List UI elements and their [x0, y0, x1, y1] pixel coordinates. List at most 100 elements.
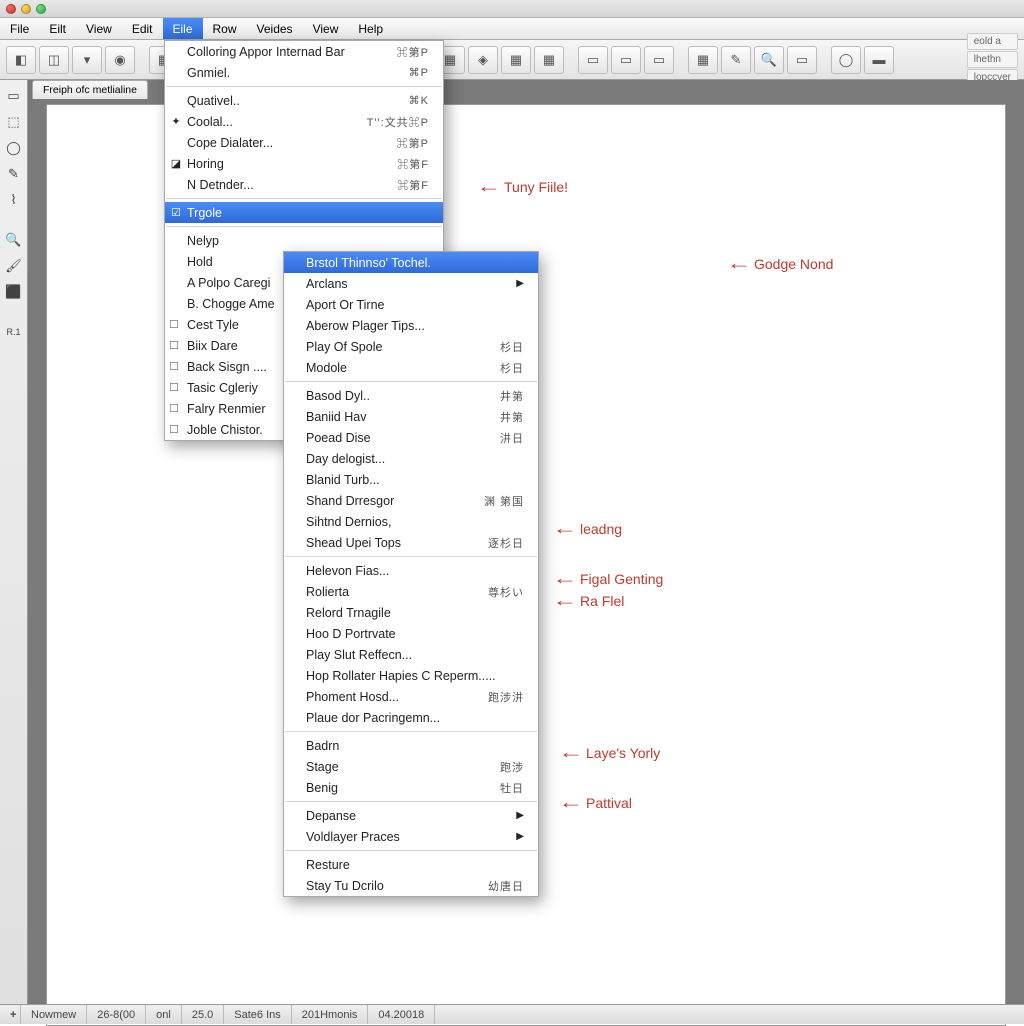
menu-item[interactable]: Baniid Hav井第 [284, 406, 538, 427]
tool-button[interactable]: ▭ [4, 86, 24, 106]
menu-item[interactable]: Shead Upei Tops逐杉日 [284, 532, 538, 553]
menu-item[interactable]: Colloring Appor Internad Bar⌘第P [165, 41, 443, 62]
menu-view[interactable]: View [76, 18, 122, 39]
menu-item-label: Phoment Hosd... [306, 690, 399, 704]
tool-button[interactable]: R.1 [4, 322, 24, 342]
close-window-button[interactable] [6, 4, 16, 14]
menu-item[interactable]: Hop Rollater Hapies C Reperm..... [284, 665, 538, 686]
toolbar-button[interactable]: ▭ [611, 46, 641, 74]
tool-button[interactable]: ⬚ [4, 112, 24, 132]
menu-item-label: Stay Tu Dcrilo [306, 879, 384, 893]
toolbar-button[interactable]: ▦ [501, 46, 531, 74]
menu-eile[interactable]: Eile [163, 18, 203, 39]
toolbar-button[interactable]: ▦ [534, 46, 564, 74]
toolbar-button[interactable]: ▭ [578, 46, 608, 74]
menu-item[interactable]: Voldlayer Praces▶ [284, 826, 538, 847]
menu-item[interactable]: Depanse▶ [284, 805, 538, 826]
minimize-window-button[interactable] [21, 4, 31, 14]
tool-button[interactable]: ⌇ [4, 190, 24, 210]
tool-button[interactable]: 🔍 [4, 230, 24, 250]
toolbar-button[interactable]: ◉ [105, 46, 135, 74]
menu-item[interactable]: Play Slut Reffecn... [284, 644, 538, 665]
menu-item[interactable]: Shand Drresgor渊 第国 [284, 490, 538, 511]
menu-item[interactable]: Stage跑涉 [284, 756, 538, 777]
toolbar-button[interactable]: ◯ [831, 46, 861, 74]
file-submenu-dropdown: Brstol Thinnso' Tochel.Arclans▶Aport Or … [283, 251, 539, 897]
menu-item[interactable]: Blanid Turb... [284, 469, 538, 490]
annotation-arrow-icon: ← [552, 590, 577, 611]
document-tab[interactable]: Freiph ofc metlialine [32, 80, 148, 99]
menu-item[interactable]: Hoo D Portrvate [284, 623, 538, 644]
statusbar-field: Sate6 Ins [224, 1005, 291, 1024]
statusbar-add-button[interactable]: + [0, 1005, 21, 1024]
menu-item[interactable]: ☑Trgole [165, 202, 443, 223]
menu-item-label: Arclans [306, 277, 348, 291]
tool-button[interactable]: ✎ [4, 164, 24, 184]
menu-item[interactable]: Modole杉日 [284, 357, 538, 378]
menu-item-label: Blanid Turb... [306, 473, 380, 487]
tool-button[interactable]: 🖌 [4, 256, 24, 276]
toolbar-button[interactable]: ▭ [644, 46, 674, 74]
menu-item-label: Hop Rollater Hapies C Reperm..... [306, 669, 496, 683]
toolbar-button[interactable]: 🔍 [754, 46, 784, 74]
menu-item[interactable]: Gnmiel.⌘P [165, 62, 443, 83]
menu-item[interactable]: Aport Or Tirne [284, 294, 538, 315]
toolbar-readout: lhethn [967, 51, 1018, 68]
statusbar-field: Nowmew [21, 1005, 87, 1024]
zoom-window-button[interactable] [36, 4, 46, 14]
menu-item-label: Coolal... [187, 115, 233, 129]
toolbar-button[interactable]: ▬ [864, 46, 894, 74]
menu-item-shortcut: 牡日 [478, 780, 524, 796]
menu-item-label: N Detnder... [187, 178, 254, 192]
toolbar-button[interactable]: ▦ [688, 46, 718, 74]
menu-item[interactable]: Nelyp [165, 230, 443, 251]
menu-item[interactable]: Day delogist... [284, 448, 538, 469]
menu-item[interactable]: ◪Horing⌘第F [165, 153, 443, 174]
menu-item[interactable]: Helevon Fias... [284, 560, 538, 581]
toolbar-button[interactable]: ◫ [39, 46, 69, 74]
annotation-text: Ra Flel [580, 593, 624, 609]
menu-view[interactable]: View [303, 18, 349, 39]
menu-item[interactable]: Quativel..⌘K [165, 90, 443, 111]
menu-item-label: Poead Dise [306, 431, 371, 445]
menu-item[interactable]: Brstol Thinnso' Tochel. [284, 252, 538, 273]
menu-item[interactable]: Rolierta尊杉い [284, 581, 538, 602]
tool-button[interactable]: ⬛ [4, 282, 24, 302]
menu-item[interactable]: Resture [284, 854, 538, 875]
toolbar-button[interactable]: ◧ [6, 46, 36, 74]
menu-item[interactable]: Cope Dialater...⌘第P [165, 132, 443, 153]
menu-item[interactable]: Badrn [284, 735, 538, 756]
menu-item[interactable]: Stay Tu Dcrilo幼唐日 [284, 875, 538, 896]
menu-item-label: Helevon Fias... [306, 564, 389, 578]
menu-item[interactable]: Benig 牡日 [284, 777, 538, 798]
menu-item[interactable]: Relord Trnagile [284, 602, 538, 623]
toolbar-button[interactable]: ◈ [468, 46, 498, 74]
toolbar-button[interactable]: ▭ [787, 46, 817, 74]
menu-item[interactable]: Aberow Plager Tips... [284, 315, 538, 336]
menu-edit[interactable]: Edit [122, 18, 163, 39]
menu-help[interactable]: Help [348, 18, 393, 39]
menu-item[interactable]: N Detnder...⌘第F [165, 174, 443, 195]
submenu-arrow-icon: ▶ [494, 810, 524, 821]
menu-file[interactable]: File [0, 18, 39, 39]
menu-item[interactable]: Poead Dise汫日 [284, 427, 538, 448]
menu-item[interactable]: Basod Dyl..井第 [284, 385, 538, 406]
menu-item-label: Trgole [187, 206, 222, 220]
menu-item[interactable]: Arclans▶ [284, 273, 538, 294]
toolbar-button[interactable]: ✎ [721, 46, 751, 74]
menu-item-shortcut: ⌘第F [375, 156, 429, 172]
menu-item[interactable]: ✦Coolal...T'':文共⌘P [165, 111, 443, 132]
menu-eilt[interactable]: Eilt [39, 18, 76, 39]
annotation-callout: ←Pattival [562, 792, 632, 813]
menu-item[interactable]: Plaue dor Pacringemn... [284, 707, 538, 728]
menu-item[interactable]: Sihtnd Dernios, [284, 511, 538, 532]
menu-item-label: Sihtnd Dernios, [306, 515, 391, 529]
tool-button[interactable]: ◯ [4, 138, 24, 158]
menu-row[interactable]: Row [203, 18, 247, 39]
toolbar-button[interactable]: ▾ [72, 46, 102, 74]
menu-item[interactable]: Phoment Hosd...跑涉汫 [284, 686, 538, 707]
menu-item-label: Benig [306, 781, 338, 795]
menu-veides[interactable]: Veides [247, 18, 303, 39]
menu-item-shortcut: ⌘第P [375, 135, 429, 151]
menu-item[interactable]: Play Of Spole杉日 [284, 336, 538, 357]
